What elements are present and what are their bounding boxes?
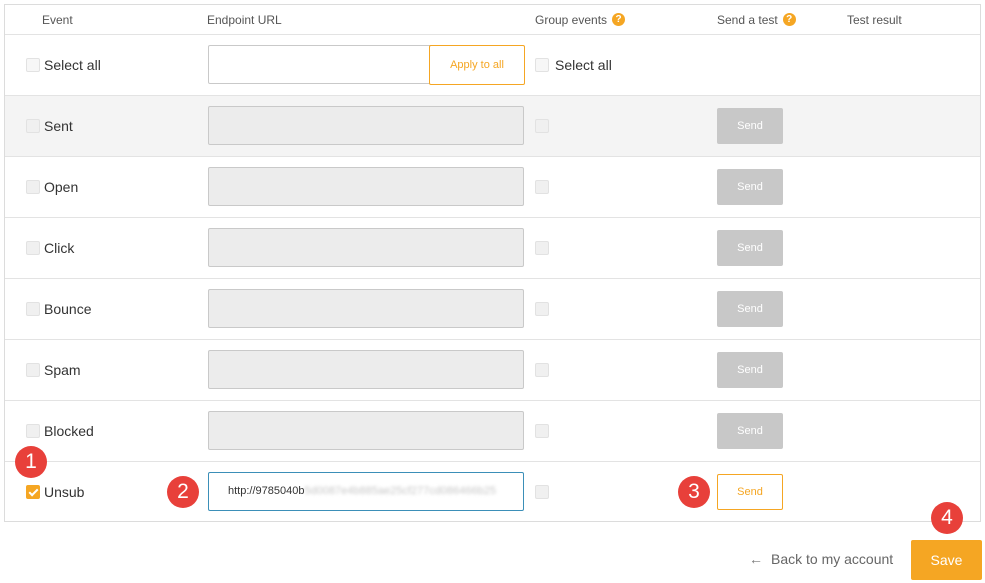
endpoint-url-input[interactable] bbox=[208, 167, 524, 206]
header-endpoint-url: Endpoint URL bbox=[207, 13, 282, 27]
apply-to-all-button[interactable]: Apply to all bbox=[429, 45, 525, 85]
event-label: Sent bbox=[44, 118, 73, 134]
send-test-button-active[interactable]: Send bbox=[717, 474, 783, 510]
event-row-bounce: Bounce Send bbox=[5, 279, 980, 340]
event-checkbox[interactable] bbox=[26, 241, 40, 255]
send-test-button[interactable]: Send bbox=[717, 108, 783, 144]
endpoint-url-obscured: 5d0087e4b885ae25cf277cd086466b25 bbox=[304, 485, 496, 497]
table-header: Event Endpoint URL Group events? Send a … bbox=[5, 5, 980, 35]
select-all-row: Select all Apply to all Select all bbox=[5, 35, 980, 96]
select-all-events-label: Select all bbox=[44, 57, 101, 73]
event-checkbox[interactable] bbox=[26, 119, 40, 133]
send-test-button[interactable]: Send bbox=[717, 352, 783, 388]
header-group-events-label: Group events bbox=[535, 13, 608, 27]
back-to-account-label: Back to my account bbox=[771, 551, 894, 567]
event-checkbox[interactable] bbox=[26, 363, 40, 377]
event-checkbox-checked[interactable] bbox=[26, 485, 40, 499]
send-test-button[interactable]: Send bbox=[717, 169, 783, 205]
send-test-button[interactable]: Send bbox=[717, 230, 783, 266]
endpoint-url-input[interactable] bbox=[208, 350, 524, 389]
group-events-checkbox[interactable] bbox=[535, 363, 549, 377]
step-marker-1: 1 bbox=[15, 446, 47, 478]
back-to-account-link[interactable]: ← Back to my account bbox=[749, 551, 893, 567]
send-test-button[interactable]: Send bbox=[717, 291, 783, 327]
select-all-group-label: Select all bbox=[555, 57, 612, 73]
event-label: Unsub bbox=[44, 484, 85, 500]
group-events-checkbox[interactable] bbox=[535, 180, 549, 194]
event-label: Bounce bbox=[44, 301, 92, 317]
endpoint-url-input[interactable] bbox=[208, 289, 524, 328]
arrow-left-icon: ← bbox=[749, 551, 763, 567]
endpoint-url-input[interactable] bbox=[208, 106, 524, 145]
event-row-unsub: Unsub http://9785040b5d0087e4b885ae25cf2… bbox=[5, 462, 980, 523]
event-row-open: Open Send bbox=[5, 157, 980, 218]
group-events-checkbox[interactable] bbox=[535, 424, 549, 438]
step-marker-3: 3 bbox=[678, 476, 710, 508]
endpoint-url-input[interactable] bbox=[208, 411, 524, 450]
group-events-checkbox[interactable] bbox=[535, 302, 549, 316]
send-test-button[interactable]: Send bbox=[717, 413, 783, 449]
group-events-checkbox[interactable] bbox=[535, 119, 549, 133]
event-row-blocked: Blocked Send bbox=[5, 401, 980, 462]
header-event: Event bbox=[42, 13, 73, 27]
event-row-spam: Spam Send bbox=[5, 340, 980, 401]
event-label: Open bbox=[44, 179, 79, 195]
event-label: Click bbox=[44, 240, 75, 256]
step-marker-4: 4 bbox=[931, 502, 963, 534]
save-button[interactable]: Save bbox=[911, 540, 982, 580]
event-checkbox[interactable] bbox=[26, 180, 40, 194]
header-send-test: Send a test? bbox=[717, 13, 796, 27]
header-test-result: Test result bbox=[847, 13, 902, 27]
step-marker-2: 2 bbox=[167, 476, 199, 508]
endpoint-url-visible: http://9785040b bbox=[228, 485, 305, 497]
select-all-events-checkbox[interactable] bbox=[26, 58, 40, 72]
event-row-sent: Sent Send bbox=[5, 96, 980, 157]
webhook-settings-page: Event Endpoint URL Group events? Send a … bbox=[0, 0, 985, 583]
header-group-events: Group events? bbox=[535, 13, 626, 27]
event-checkbox[interactable] bbox=[26, 302, 40, 316]
endpoint-url-input[interactable] bbox=[208, 228, 524, 267]
group-events-checkbox[interactable] bbox=[535, 241, 549, 255]
endpoint-url-input-active[interactable]: http://9785040b5d0087e4b885ae25cf277cd08… bbox=[208, 472, 524, 511]
group-events-checkbox[interactable] bbox=[535, 485, 549, 499]
event-checkbox[interactable] bbox=[26, 424, 40, 438]
send-test-help-icon[interactable]: ? bbox=[782, 13, 796, 26]
event-label: Spam bbox=[44, 362, 81, 378]
webhook-events-table: Event Endpoint URL Group events? Send a … bbox=[4, 4, 981, 522]
select-all-group-checkbox[interactable] bbox=[535, 58, 549, 72]
header-send-test-label: Send a test bbox=[717, 13, 778, 27]
group-events-help-icon[interactable]: ? bbox=[612, 13, 626, 26]
event-label: Blocked bbox=[44, 423, 94, 439]
event-row-click: Click Send bbox=[5, 218, 980, 279]
